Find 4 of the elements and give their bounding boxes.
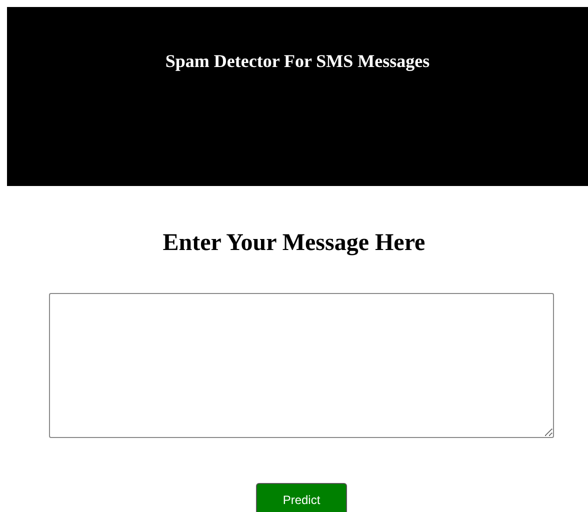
predict-button[interactable]: Predict [256,483,347,512]
form-heading: Enter Your Message Here [162,229,426,257]
message-field[interactable] [49,293,554,438]
site-title: Spam Detector For SMS Messages [165,51,430,71]
